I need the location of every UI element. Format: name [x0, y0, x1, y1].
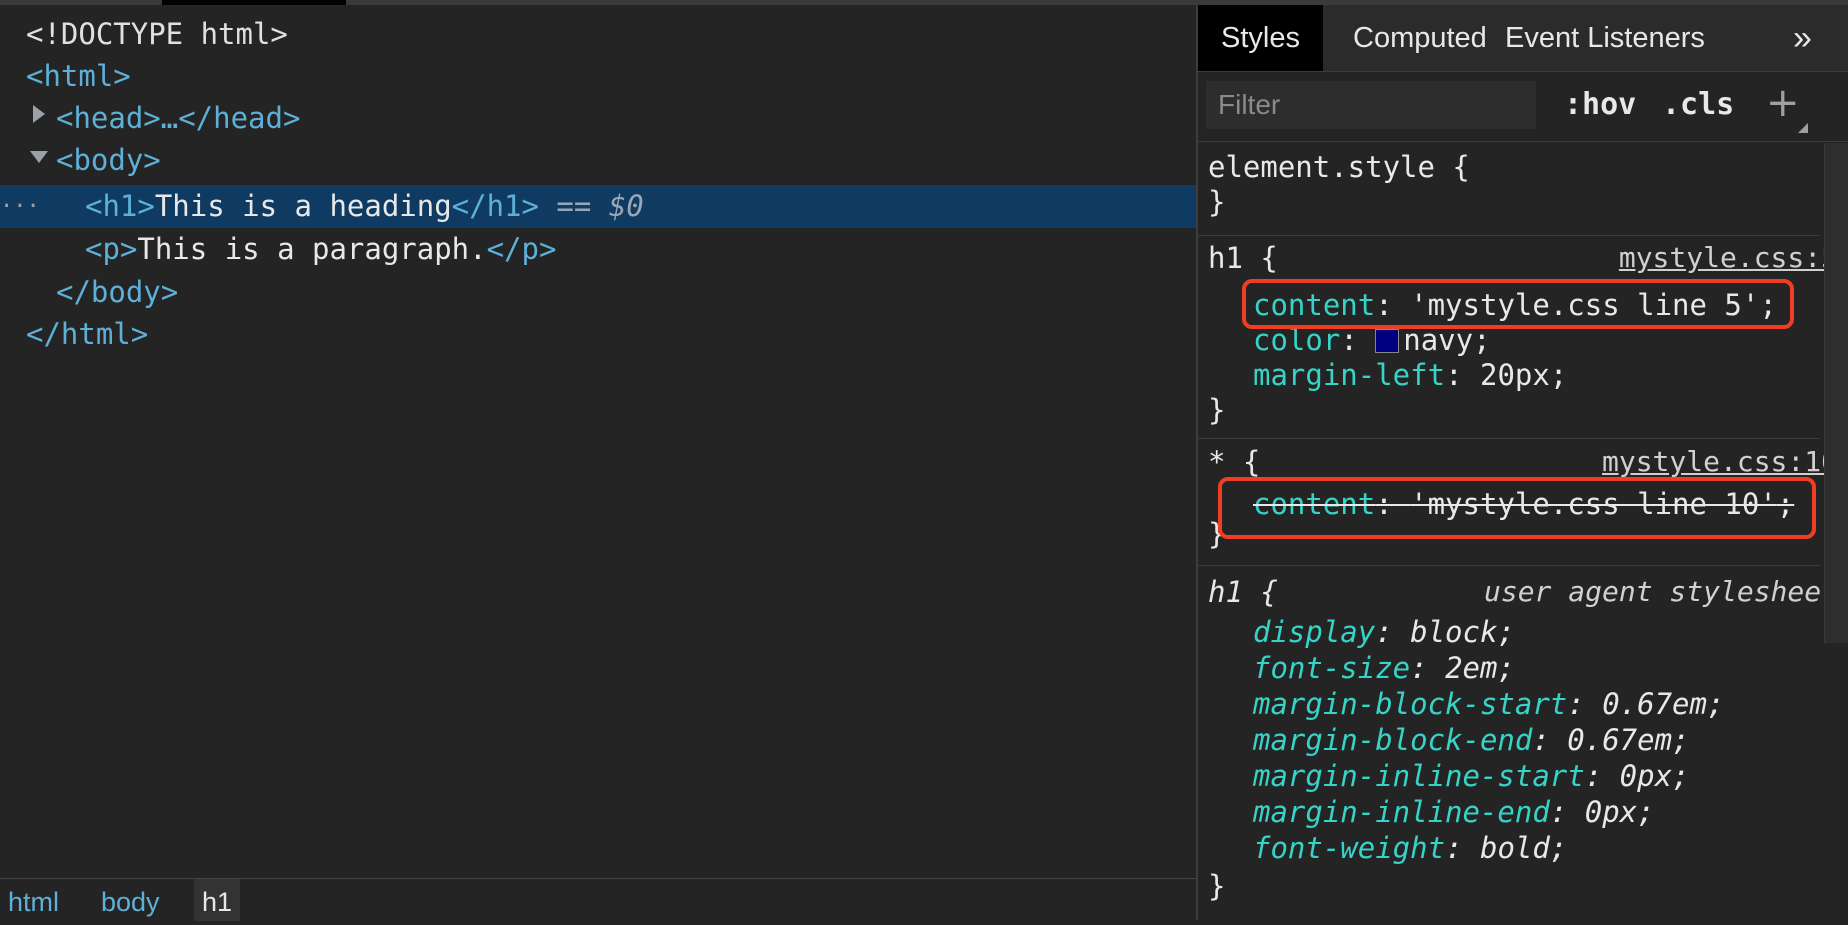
body-open-tag[interactable]: <body> [56, 139, 161, 181]
element-style-selector[interactable]: element.style { [1208, 150, 1470, 184]
universal-rule-source-link[interactable]: mystyle.css:10 [1602, 445, 1838, 479]
prop-name: margin-inline-end [1253, 795, 1550, 829]
prop-value: block [1410, 615, 1498, 649]
more-tabs-icon[interactable]: » [1770, 5, 1835, 71]
cls-button[interactable]: .cls [1662, 81, 1734, 129]
h1-margin-left-declaration[interactable]: margin-left: 20px; [1253, 358, 1567, 392]
breadcrumb-h1[interactable]: h1 [194, 879, 241, 921]
prop-name: margin-left [1253, 358, 1446, 392]
ua-margin-inline-start-declaration: margin-inline-start: 0px; [1253, 759, 1690, 793]
prop-name: display [1253, 615, 1376, 649]
console-var: $0 [608, 189, 644, 223]
prop-name: margin-block-end [1253, 723, 1533, 757]
ua-margin-block-end-declaration: margin-block-end: 0.67em; [1253, 723, 1690, 757]
collapse-body-icon[interactable] [30, 151, 48, 163]
highlight-box [1218, 477, 1816, 539]
prop-value: 0.67em [1567, 723, 1673, 757]
ua-rule-source: user agent stylesheet [1483, 575, 1838, 608]
head-node[interactable]: <head>…</head> [56, 97, 300, 139]
prop-value: 2em [1445, 651, 1498, 685]
breadcrumb-html[interactable]: html [0, 879, 67, 921]
prop-value: 0px [1619, 759, 1673, 793]
styles-toolbar: :hov .cls + [1198, 71, 1848, 142]
ua-font-size-declaration: font-size: 2em; [1253, 651, 1515, 685]
h1-close-tag: </h1> [451, 189, 539, 223]
head-node-text: <head>…</head> [56, 101, 301, 135]
prop-name: margin-block-start [1253, 687, 1568, 721]
ua-display-declaration: display: block; [1253, 615, 1515, 649]
p-close-tag: </p> [486, 232, 557, 266]
new-rule-icon[interactable]: + [1766, 79, 1800, 127]
highlight-box [1242, 279, 1794, 329]
styles-scrollbar[interactable] [1824, 143, 1848, 643]
universal-rule-selector[interactable]: * { [1208, 445, 1260, 479]
ua-margin-block-start-declaration: margin-block-start: 0.67em; [1253, 687, 1725, 721]
doctype-node[interactable]: <!DOCTYPE html> [26, 13, 288, 55]
html-close-tag[interactable]: </html> [26, 313, 148, 355]
rule-separator [1198, 438, 1820, 439]
prop-value: 20px [1479, 358, 1550, 392]
rule-separator [1198, 235, 1820, 236]
new-rule-menu-icon[interactable] [1798, 123, 1808, 133]
h1-text: This is a heading [154, 189, 452, 223]
prop-value: bold [1479, 831, 1550, 865]
hov-button[interactable]: :hov [1564, 81, 1636, 129]
selected-eq: == [538, 189, 609, 223]
element-style-close: } [1208, 185, 1226, 219]
body-close-tag[interactable]: </body> [56, 271, 178, 313]
prop-name: font-size [1253, 651, 1411, 685]
color-swatch-icon[interactable] [1375, 329, 1400, 353]
expand-head-icon[interactable] [33, 105, 45, 123]
p-node[interactable]: <p>This is a paragraph.</p> [85, 228, 556, 270]
rule-separator [1198, 565, 1820, 566]
h1-node[interactable]: <h1>This is a heading</h1> == $0 [85, 185, 644, 227]
prop-name: font-weight [1253, 831, 1446, 865]
ua-font-weight-declaration: font-weight: bold; [1253, 831, 1568, 865]
prop-value: 0.67em [1602, 687, 1707, 721]
ua-margin-inline-end-declaration: margin-inline-end: 0px; [1253, 795, 1655, 829]
h1-rule-close: } [1208, 393, 1226, 427]
ua-rule-close: } [1208, 869, 1226, 903]
p-text: This is a paragraph. [137, 232, 487, 266]
sidebar-tabs: Styles Computed Event Listeners » [1198, 5, 1848, 72]
prop-value: 0px [1584, 795, 1638, 829]
elements-panel: ··· <!DOCTYPE html> <html> <head>…</head… [0, 5, 1196, 878]
h1-rule-selector[interactable]: h1 { [1208, 241, 1278, 275]
h1-open-tag: <h1> [85, 189, 155, 223]
prop-name: margin-inline-start [1253, 759, 1585, 793]
tab-event-listeners[interactable]: Event Listeners [1482, 5, 1728, 71]
h1-rule-source-link[interactable]: mystyle.css:5 [1619, 241, 1838, 275]
filter-input[interactable] [1206, 81, 1536, 129]
breadcrumb-body[interactable]: body [93, 879, 168, 921]
node-actions-dots[interactable]: ··· [0, 185, 40, 228]
styles-pane: Styles Computed Event Listeners » :hov .… [1198, 5, 1848, 920]
p-open-tag: <p> [85, 232, 138, 266]
html-open-tag[interactable]: <html> [26, 55, 131, 97]
breadcrumb: html body h1 [0, 878, 1196, 921]
tab-styles[interactable]: Styles [1198, 5, 1323, 71]
ua-rule-selector[interactable]: h1 { [1208, 575, 1278, 609]
